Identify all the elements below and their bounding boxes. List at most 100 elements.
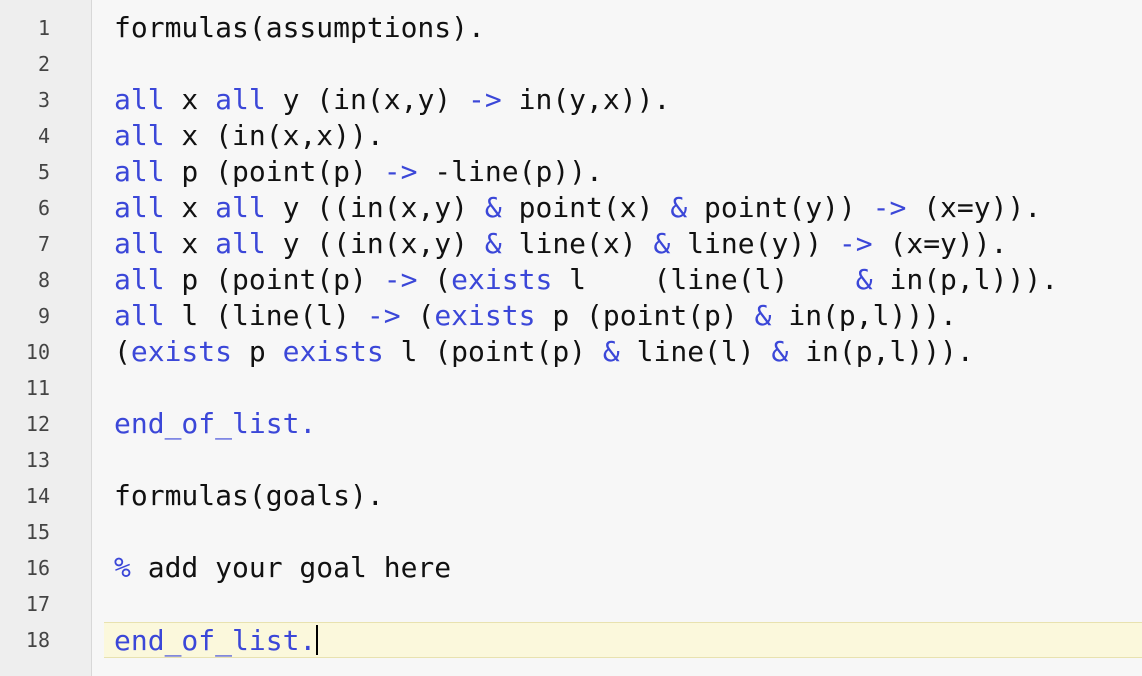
code-keyword: all <box>114 119 165 152</box>
line-number: 6 <box>37 196 50 220</box>
code-text: in(y,x)). <box>501 83 671 116</box>
code-text: y (in(x,y) <box>265 83 469 116</box>
code-keyword: all <box>114 299 165 332</box>
code-keyword: -> <box>366 299 401 332</box>
code-line[interactable]: all x all y ((in(x,y) & line(x) & line(y… <box>104 226 1142 262</box>
code-keyword: exists <box>282 335 384 368</box>
code-keyword: -> <box>872 191 907 224</box>
code-text: l (line(l) <box>164 299 367 332</box>
code-line[interactable]: end_of_list. <box>104 406 1142 442</box>
code-text: p <box>232 335 283 368</box>
code-text: line(x) <box>501 227 654 260</box>
code-text: add your goal here <box>130 551 452 584</box>
line-number: 8 <box>37 268 50 292</box>
code-text: in(p,l))). <box>771 299 957 332</box>
code-text: y ((in(x,y) <box>265 227 485 260</box>
line-number: 16 <box>25 556 50 580</box>
code-keyword: exists <box>451 263 553 296</box>
code-line[interactable] <box>104 442 1142 478</box>
code-line[interactable]: formulas(assumptions). <box>104 10 1142 46</box>
code-keyword: & <box>855 263 873 296</box>
code-text: p (point(p) <box>164 263 384 296</box>
code-keyword: end_of_list. <box>114 407 317 440</box>
code-text: l (line(l) <box>552 263 856 296</box>
code-text: in(p,l))). <box>788 335 974 368</box>
line-number-gutter: 1 2 3 4 5 6 7 8 9 10 11 12 13 14 15 16 17 18 <box>0 0 92 676</box>
code-text: x <box>164 227 216 260</box>
code-keyword: & <box>754 299 772 332</box>
code-keyword: end_of_list. <box>114 624 317 657</box>
line-number: 10 <box>25 340 50 364</box>
code-line[interactable] <box>104 46 1142 82</box>
code-text: x <box>164 83 216 116</box>
line-number: 5 <box>37 160 50 184</box>
code-text: y ((in(x,y) <box>265 191 485 224</box>
line-number: 18 <box>25 628 50 652</box>
code-text: p (point(p) <box>164 155 384 188</box>
line-number: 17 <box>25 592 50 616</box>
code-text: point(y)) <box>687 191 873 224</box>
code-keyword: all <box>114 191 165 224</box>
code-line[interactable]: all x all y (in(x,y) -> in(y,x)). <box>104 82 1142 118</box>
code-keyword: & <box>653 227 671 260</box>
code-line[interactable]: (exists p exists l (point(p) & line(l) &… <box>104 334 1142 370</box>
code-text: formulas(goals). <box>114 479 384 512</box>
code-line[interactable]: all l (line(l) -> (exists p (point(p) & … <box>104 298 1142 334</box>
code-text: ( <box>114 335 131 368</box>
line-number: 13 <box>25 448 50 472</box>
code-line[interactable] <box>104 370 1142 406</box>
code-text: formulas(assumptions). <box>114 11 485 44</box>
code-keyword: all <box>215 83 266 116</box>
code-text: (x=y)). <box>906 191 1042 224</box>
code-keyword: -> <box>383 155 418 188</box>
code-text: (x=y)). <box>872 227 1008 260</box>
code-keyword: & <box>484 191 502 224</box>
code-editor[interactable]: 1 2 3 4 5 6 7 8 9 10 11 12 13 14 15 16 17 18 formulas(ass… <box>0 0 1142 676</box>
code-text: ( <box>400 299 435 332</box>
code-keyword: all <box>215 191 266 224</box>
line-number: 4 <box>37 124 50 148</box>
code-text: point(x) <box>501 191 671 224</box>
code-line[interactable]: all p (point(p) -> (exists l (line(l) & … <box>104 262 1142 298</box>
line-number: 7 <box>37 232 50 256</box>
code-text: l (point(p) <box>383 335 603 368</box>
line-number: 9 <box>37 304 50 328</box>
code-text: x (in(x,x)). <box>164 119 384 152</box>
line-number: 1 <box>37 16 50 40</box>
code-keyword: all <box>114 83 165 116</box>
code-text: line(l) <box>619 335 772 368</box>
code-line[interactable]: all x (in(x,x)). <box>104 118 1142 154</box>
line-number: 14 <box>25 484 50 508</box>
code-text: x <box>164 191 216 224</box>
code-keyword: all <box>215 227 266 260</box>
text-cursor <box>316 625 319 655</box>
code-line[interactable] <box>104 586 1142 622</box>
code-keyword: -> <box>383 263 418 296</box>
code-line[interactable]: all x all y ((in(x,y) & point(x) & point… <box>104 190 1142 226</box>
code-keyword: % <box>114 551 131 584</box>
code-keyword: exists <box>130 335 233 368</box>
code-keyword: & <box>484 227 502 260</box>
code-keyword: & <box>602 335 620 368</box>
code-keyword: all <box>114 263 165 296</box>
line-number: 12 <box>25 412 50 436</box>
code-keyword: all <box>114 155 165 188</box>
line-number: 3 <box>37 88 50 112</box>
code-text: in(p,l))). <box>872 263 1059 296</box>
code-line[interactable]: formulas(goals). <box>104 478 1142 514</box>
code-line[interactable]: % add your goal here <box>104 550 1142 586</box>
code-line[interactable]: all p (point(p) -> -line(p)). <box>104 154 1142 190</box>
code-keyword: & <box>670 191 688 224</box>
code-text: p (point(p) <box>535 299 755 332</box>
code-keyword: all <box>114 227 165 260</box>
code-keyword: -> <box>468 83 502 116</box>
code-text: -line(p)). <box>417 155 603 188</box>
code-keyword: exists <box>434 299 536 332</box>
line-number: 2 <box>37 52 50 76</box>
code-text: line(y)) <box>670 227 839 260</box>
line-number: 15 <box>25 520 50 544</box>
code-keyword: & <box>771 335 789 368</box>
code-line[interactable] <box>104 514 1142 550</box>
code-line[interactable]: end_of_list. <box>104 622 1142 658</box>
line-number: 11 <box>25 376 50 400</box>
